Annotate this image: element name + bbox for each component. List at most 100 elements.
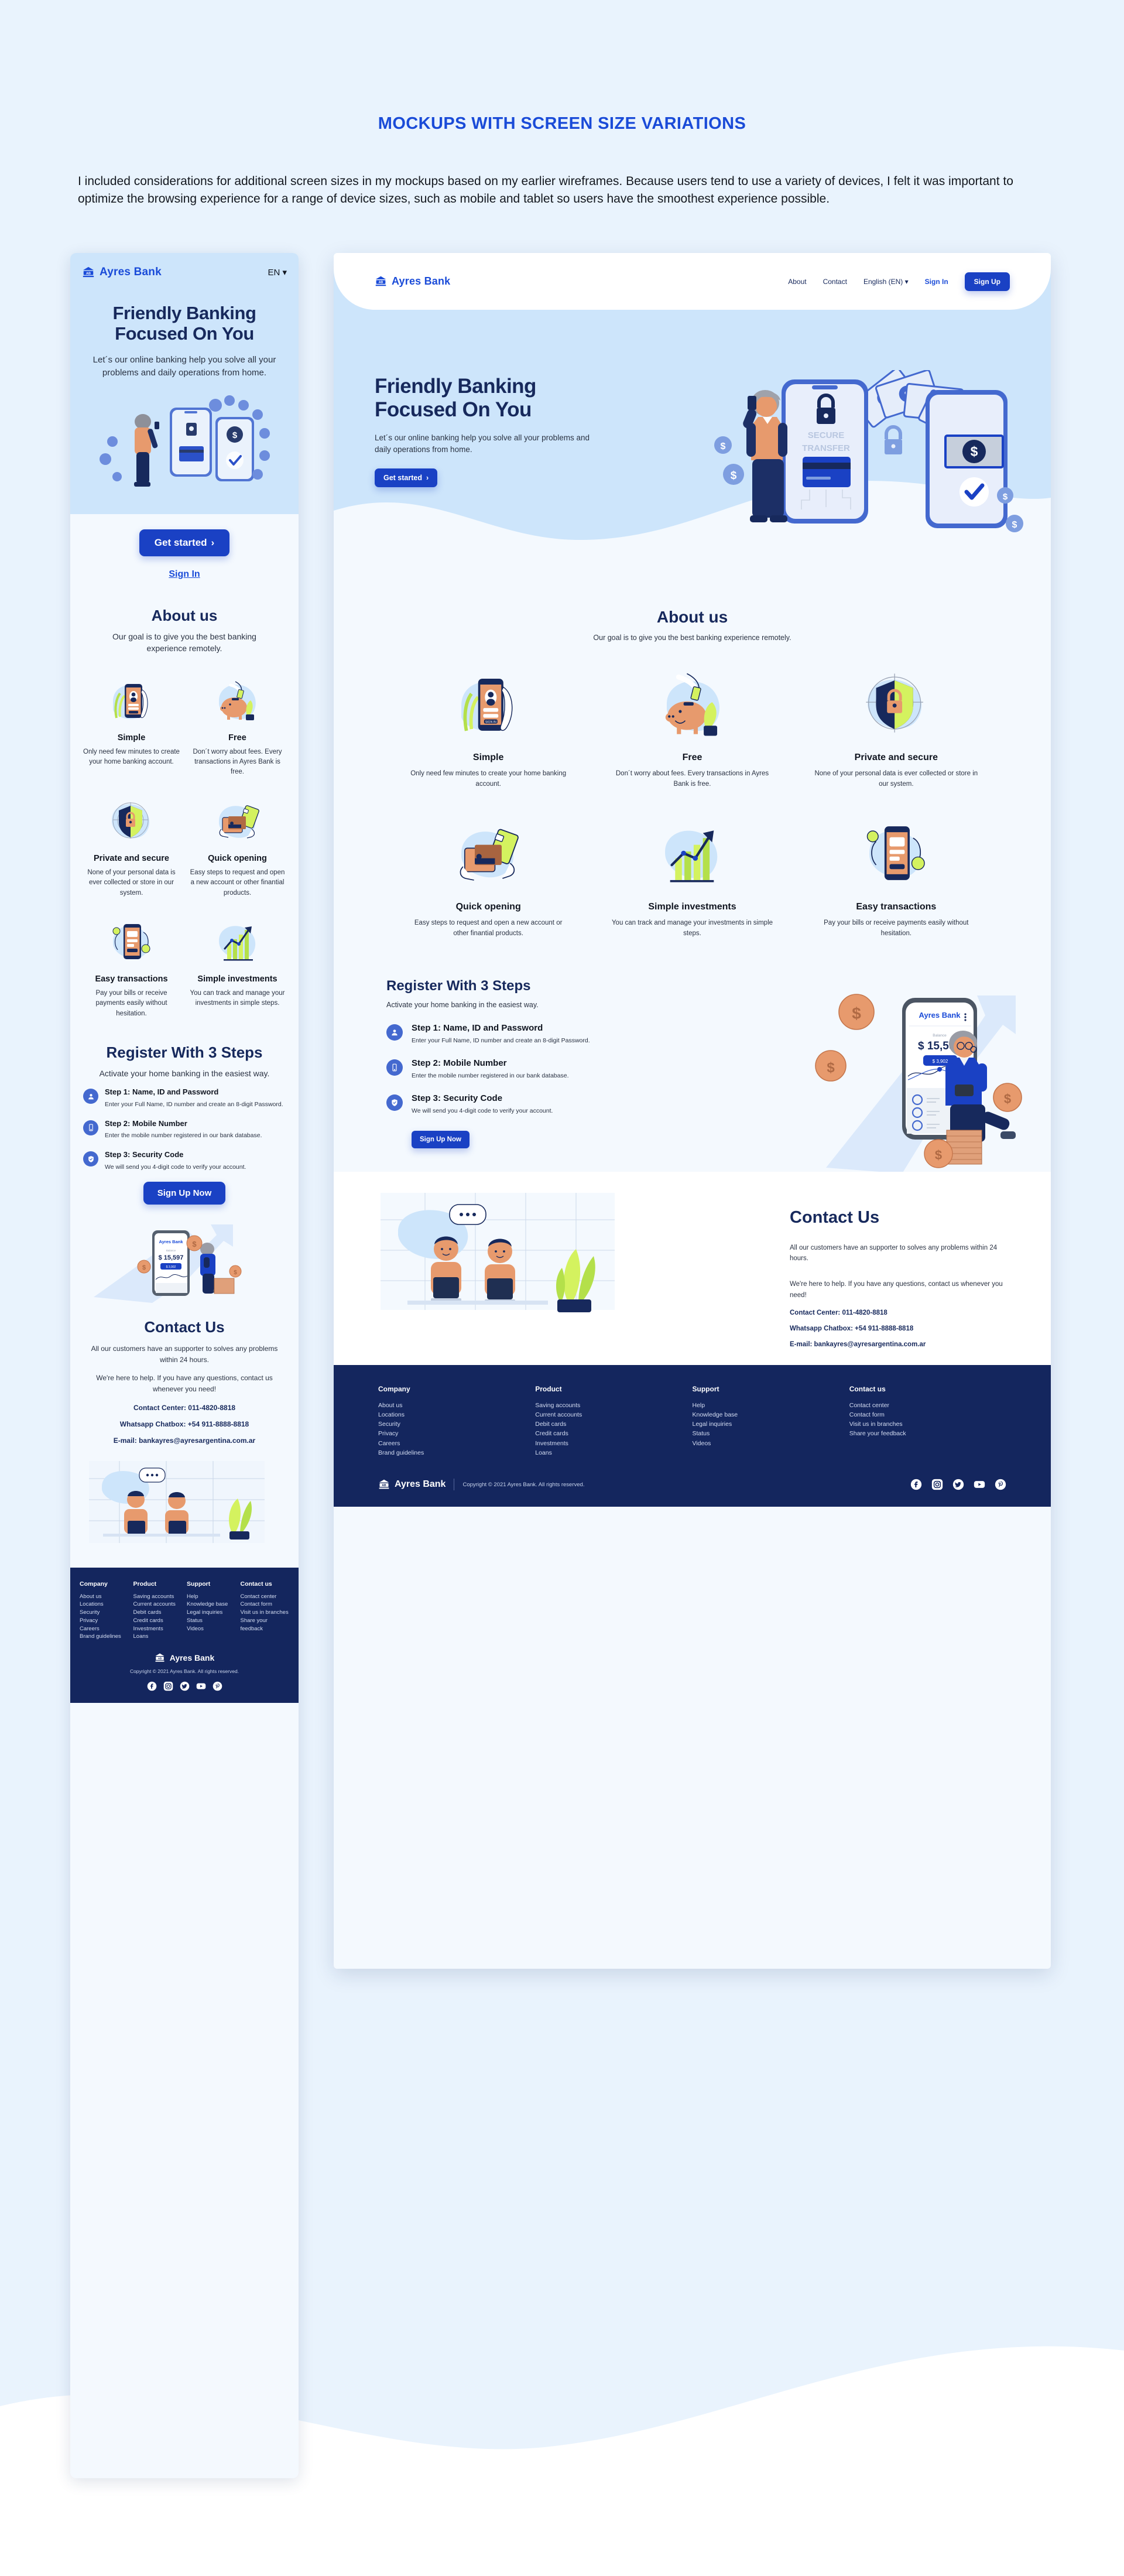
nav-item-about[interactable]: About bbox=[788, 278, 806, 286]
footer-link[interactable]: Careers bbox=[80, 1625, 129, 1633]
footer-link[interactable]: About us bbox=[378, 1401, 535, 1410]
footer-link[interactable]: Security bbox=[378, 1419, 535, 1429]
feature-card[interactable]: Simple investments You can track and man… bbox=[184, 911, 290, 1029]
twitter-icon[interactable] bbox=[952, 1479, 964, 1490]
mobile-cta-block: Get started › Sign In bbox=[70, 514, 299, 580]
feature-card[interactable]: SIGN IN Simple Only need few minutes to … bbox=[386, 656, 590, 805]
footer-link[interactable]: Investments bbox=[133, 1625, 183, 1633]
feature-card[interactable]: Quick opening Easy steps to request and … bbox=[386, 805, 590, 955]
feature-card[interactable]: Simple investments You can track and man… bbox=[590, 805, 794, 955]
pinterest-icon[interactable] bbox=[995, 1479, 1006, 1490]
footer-link[interactable]: Security bbox=[80, 1609, 129, 1617]
footer-link[interactable]: About us bbox=[80, 1593, 129, 1601]
sign-up-now-button[interactable]: Sign Up Now bbox=[412, 1130, 470, 1148]
whatsapp-line[interactable]: Whatsapp Chatbox: +54 911-8888-8818 bbox=[84, 1420, 285, 1428]
register-step[interactable]: Step 1: Name, ID and Password Enter your… bbox=[83, 1087, 286, 1109]
footer-link[interactable]: Visit us in branches bbox=[849, 1419, 1006, 1429]
youtube-icon[interactable] bbox=[974, 1479, 985, 1490]
instagram-icon[interactable] bbox=[931, 1479, 943, 1490]
whatsapp-line[interactable]: Whatsapp Chatbox: +54 911-8888-8818 bbox=[790, 1325, 1006, 1332]
brand-logo[interactable]: AB Ayres Bank bbox=[375, 275, 450, 288]
footer-link[interactable]: Legal inquiries bbox=[693, 1419, 849, 1429]
footer-link[interactable]: Careers bbox=[378, 1439, 535, 1448]
feature-desc: Pay your bills or receive payments easil… bbox=[824, 919, 969, 938]
footer-link[interactable]: Debit cards bbox=[535, 1419, 692, 1429]
footer-link[interactable]: Loans bbox=[535, 1448, 692, 1458]
footer-link[interactable]: Current accounts bbox=[133, 1600, 183, 1609]
footer-link[interactable]: Status bbox=[693, 1429, 849, 1438]
facebook-icon[interactable] bbox=[147, 1681, 157, 1691]
footer-link[interactable]: Visit us in branches bbox=[241, 1609, 290, 1617]
register-step[interactable]: Step 2: Mobile Number Enter the mobile n… bbox=[83, 1119, 286, 1141]
footer-link[interactable]: Brand guidelines bbox=[80, 1633, 129, 1641]
get-started-button[interactable]: Get started › bbox=[139, 529, 230, 556]
sign-in-link[interactable]: Sign In bbox=[925, 278, 948, 286]
footer-link[interactable]: Locations bbox=[378, 1410, 535, 1419]
feature-card[interactable]: Easy transactions Pay your bills or rece… bbox=[794, 805, 998, 955]
contact-center-line[interactable]: Contact Center: 011-4820-8818 bbox=[790, 1309, 1006, 1316]
pinterest-icon[interactable] bbox=[213, 1681, 222, 1691]
desktop-hero: Friendly Banking Focused On You Let´s ou… bbox=[334, 364, 1051, 575]
footer-link[interactable]: Share your feedback bbox=[241, 1617, 290, 1633]
phone-signin-icon bbox=[83, 673, 180, 727]
footer-link[interactable]: Contact center bbox=[849, 1401, 1006, 1410]
feature-card[interactable]: Simple Only need few minutes to create y… bbox=[78, 670, 184, 788]
footer-link[interactable]: Contact form bbox=[849, 1410, 1006, 1419]
footer-link[interactable]: Videos bbox=[187, 1625, 236, 1633]
twitter-icon[interactable] bbox=[180, 1681, 190, 1691]
footer-link[interactable]: Knowledge base bbox=[187, 1600, 236, 1609]
feature-card[interactable]: Quick opening Easy steps to request and … bbox=[184, 791, 290, 909]
footer-link[interactable]: Brand guidelines bbox=[378, 1448, 535, 1458]
register-step[interactable]: Step 3: Security Code We will send you 4… bbox=[83, 1150, 286, 1172]
footer-link[interactable]: Videos bbox=[693, 1439, 849, 1448]
email-line[interactable]: E-mail: bankayres@ayresargentina.com.ar bbox=[84, 1436, 285, 1445]
feature-card[interactable]: Easy transactions Pay your bills or rece… bbox=[78, 911, 184, 1029]
footer-link[interactable]: Saving accounts bbox=[535, 1401, 692, 1410]
footer-link[interactable]: Loans bbox=[133, 1633, 183, 1641]
get-started-button[interactable]: Get started › bbox=[375, 468, 438, 488]
footer-link[interactable]: Privacy bbox=[80, 1617, 129, 1625]
instagram-icon[interactable] bbox=[163, 1681, 173, 1691]
footer-brand[interactable]: AB Ayres Bank bbox=[378, 1479, 446, 1490]
feature-card[interactable]: Free Don´t worry about fees. Every trans… bbox=[184, 670, 290, 788]
footer-socials bbox=[910, 1479, 1006, 1490]
footer-link[interactable]: Saving accounts bbox=[133, 1593, 183, 1601]
footer-link[interactable]: Status bbox=[187, 1617, 236, 1625]
register-step[interactable]: Step 2: Mobile Number Enter the mobile n… bbox=[386, 1058, 708, 1079]
footer-link[interactable]: Privacy bbox=[378, 1429, 535, 1438]
register-step[interactable]: Step 1: Name, ID and Password Enter your… bbox=[386, 1023, 708, 1044]
register-step[interactable]: Step 3: Security Code We will send you 4… bbox=[386, 1093, 708, 1114]
contact-paragraph-1: All our customers have an supporter to s… bbox=[91, 1344, 278, 1364]
footer-link[interactable]: Credit cards bbox=[535, 1429, 692, 1438]
sign-up-button[interactable]: Sign Up bbox=[964, 272, 1010, 291]
youtube-icon[interactable] bbox=[196, 1681, 206, 1691]
footer-brand[interactable]: AB Ayres Bank bbox=[80, 1653, 289, 1663]
footer-link[interactable]: Share your feedback bbox=[849, 1429, 1006, 1438]
feature-card[interactable]: Private and secure None of your personal… bbox=[78, 791, 184, 909]
footer-link[interactable]: Help bbox=[693, 1401, 849, 1410]
footer-link[interactable]: Legal inquiries bbox=[187, 1609, 236, 1617]
feature-title: Free bbox=[682, 752, 702, 762]
footer-link[interactable]: Debit cards bbox=[133, 1609, 183, 1617]
footer-link[interactable]: Credit cards bbox=[133, 1617, 183, 1625]
sign-up-now-button[interactable]: Sign Up Now bbox=[143, 1181, 226, 1205]
footer-link[interactable]: Current accounts bbox=[535, 1410, 692, 1419]
facebook-icon[interactable] bbox=[910, 1479, 922, 1490]
contact-center-line[interactable]: Contact Center: 011-4820-8818 bbox=[84, 1404, 285, 1412]
brand-logo[interactable]: AB Ayres Bank bbox=[82, 266, 162, 279]
sign-in-link[interactable]: Sign In bbox=[70, 569, 299, 580]
footer-link[interactable]: Help bbox=[187, 1593, 236, 1601]
footer-link[interactable]: Knowledge base bbox=[693, 1410, 849, 1419]
language-selector[interactable]: EN ▾ bbox=[268, 267, 287, 278]
language-selector[interactable]: English (EN) ▾ bbox=[863, 278, 909, 286]
footer-link[interactable]: Investments bbox=[535, 1439, 692, 1448]
nav-item-contact[interactable]: Contact bbox=[823, 278, 847, 286]
footer-column: Product Saving accounts Current accounts… bbox=[133, 1581, 183, 1641]
footer-link[interactable]: Contact form bbox=[241, 1600, 290, 1609]
email-line[interactable]: E-mail: bankayres@ayresargentina.com.ar bbox=[790, 1341, 1006, 1348]
feature-card[interactable]: Free Don´t worry about fees. Every trans… bbox=[590, 656, 794, 805]
shield-lock-icon bbox=[83, 794, 180, 848]
footer-link[interactable]: Contact center bbox=[241, 1593, 290, 1601]
footer-link[interactable]: Locations bbox=[80, 1600, 129, 1609]
feature-card[interactable]: Private and secure None of your personal… bbox=[794, 656, 998, 805]
